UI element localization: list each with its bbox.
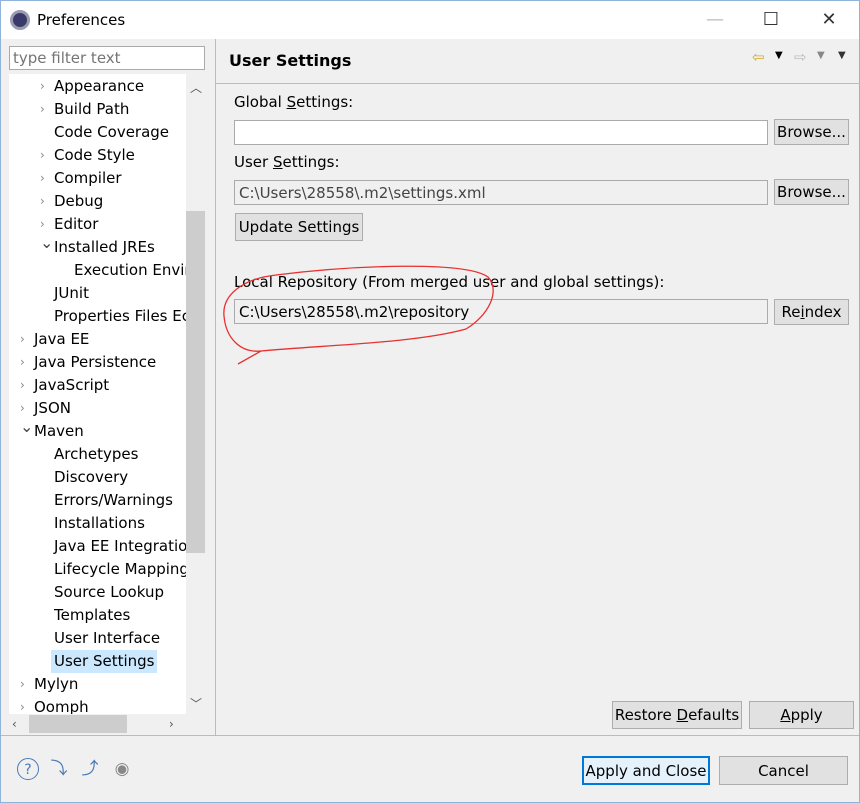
tree-item[interactable]: Source Lookup (51, 581, 167, 604)
tree-item[interactable]: JavaScript (31, 374, 112, 397)
export-icon[interactable]: ⤴ (79, 758, 101, 780)
global-browse-button[interactable]: Browse... (774, 119, 849, 145)
tree-item[interactable]: Appearance (51, 75, 147, 98)
tree-item[interactable]: Errors/Warnings (51, 489, 176, 512)
chevron-right-icon[interactable]: › (40, 75, 45, 98)
red-highlight-annotation (223, 265, 494, 365)
page-title: User Settings (229, 51, 352, 70)
tree-item[interactable]: Editor (51, 213, 101, 236)
tree-horizontal-scroll-thumb[interactable] (29, 715, 127, 733)
chevron-right-icon[interactable]: › (40, 190, 45, 213)
back-arrow-icon[interactable]: ⇦ (752, 48, 765, 66)
apply-button[interactable]: Apply (749, 701, 854, 729)
tree-vertical-scroll-thumb[interactable] (186, 211, 205, 553)
user-settings-input[interactable] (234, 180, 768, 205)
title-bar: Preferences — ☐ ✕ (1, 1, 859, 39)
user-settings-label: User Settings: (234, 153, 340, 171)
forward-menu-icon[interactable]: ▼ (817, 50, 825, 61)
tree-item[interactable]: JUnit (51, 282, 92, 305)
chevron-right-icon[interactable]: › (40, 167, 45, 190)
maximize-button[interactable]: ☐ (751, 7, 791, 33)
tree-item[interactable]: Execution Envir (71, 259, 194, 282)
tree-item[interactable]: Debug (51, 190, 106, 213)
chevron-right-icon[interactable]: › (40, 98, 45, 121)
tree-item[interactable]: Templates (51, 604, 133, 627)
tree-item[interactable]: User Settings (51, 650, 158, 673)
user-browse-button[interactable]: Browse... (774, 179, 849, 205)
forward-arrow-icon[interactable]: ⇨ (794, 48, 807, 66)
tree-item[interactable]: Java Persistence (31, 351, 159, 374)
global-settings-input[interactable] (234, 120, 768, 145)
tree-item[interactable]: Mylyn (31, 673, 81, 696)
scroll-right-icon[interactable]: › (169, 717, 174, 731)
tree-item[interactable]: JSON (31, 397, 74, 420)
panel-divider (215, 39, 216, 736)
eclipse-icon (10, 10, 30, 30)
chevron-right-icon[interactable]: › (20, 673, 25, 696)
tree-item[interactable]: Archetypes (51, 443, 141, 466)
record-icon[interactable]: ◉ (111, 758, 133, 780)
tree-item[interactable]: User Interface (51, 627, 163, 650)
filter-input[interactable] (9, 46, 205, 70)
chevron-right-icon[interactable]: › (20, 351, 25, 374)
view-menu-icon[interactable]: ▼ (838, 50, 846, 61)
tree-item[interactable]: Properties Files Ec (51, 305, 193, 328)
minimize-button[interactable]: — (695, 7, 735, 33)
restore-defaults-button[interactable]: Restore Defaults (612, 701, 742, 729)
scroll-left-icon[interactable]: ‹ (12, 717, 17, 731)
scroll-down-icon[interactable]: ﹀ (190, 695, 202, 712)
global-settings-label: Global Settings: (234, 93, 354, 111)
tree-item[interactable]: Installations (51, 512, 148, 535)
tree-item[interactable]: Java EE (31, 328, 92, 351)
tree-item[interactable]: Code Coverage (51, 121, 172, 144)
reindex-button[interactable]: Reindex (774, 299, 849, 325)
tree-item[interactable]: Lifecycle Mapping (51, 558, 192, 581)
tree-item[interactable]: Installed JREs (51, 236, 158, 259)
scroll-up-icon[interactable]: ︿ (190, 79, 202, 96)
back-menu-icon[interactable]: ▼ (775, 50, 783, 61)
update-settings-button[interactable]: Update Settings (235, 213, 363, 241)
window-title: Preferences (37, 11, 126, 29)
tree-item[interactable]: Discovery (51, 466, 131, 489)
chevron-right-icon[interactable]: › (40, 144, 45, 167)
cancel-button[interactable]: Cancel (719, 756, 848, 785)
chevron-right-icon[interactable]: › (20, 374, 25, 397)
tree-item[interactable]: Compiler (51, 167, 125, 190)
footer-separator (1, 735, 859, 736)
tree-item[interactable]: Maven (31, 420, 87, 443)
preferences-window: Preferences — ☐ ✕ › Appearance › Build Path… (0, 0, 860, 803)
tree-item[interactable]: Build Path (51, 98, 132, 121)
tree-item[interactable]: Java EE Integration (51, 535, 200, 558)
help-icon[interactable]: ? (17, 758, 39, 780)
preference-tree[interactable]: › Appearance › Build Path Code Coverage › Code… (9, 74, 205, 717)
chevron-right-icon[interactable]: › (20, 328, 25, 351)
import-icon[interactable]: ⤵ (48, 758, 70, 780)
tree-item[interactable]: Code Style (51, 144, 138, 167)
close-button[interactable]: ✕ (809, 7, 849, 33)
apply-and-close-button[interactable]: Apply and Close (582, 756, 710, 785)
